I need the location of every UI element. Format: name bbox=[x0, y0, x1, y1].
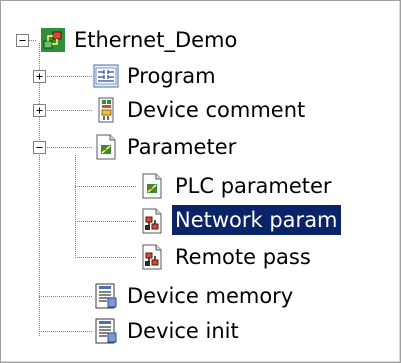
tree-item-plc-parameter[interactable]: PLC parameter bbox=[172, 171, 335, 201]
tree-line bbox=[39, 331, 93, 332]
tree-item-network-param[interactable]: Network param bbox=[171, 204, 342, 236]
tree-line bbox=[75, 257, 137, 258]
tree-line bbox=[39, 43, 40, 337]
tree-line bbox=[75, 186, 137, 187]
tree-item-device-comment[interactable]: Device comment bbox=[124, 95, 308, 125]
tree-line bbox=[39, 110, 93, 111]
collapse-toggle-parameter[interactable] bbox=[33, 141, 46, 154]
tree-line bbox=[39, 147, 93, 148]
tree-line bbox=[39, 76, 93, 77]
project-tree-panel: Ethernet_Demo Program Device comment Par… bbox=[0, 0, 401, 363]
program-icon bbox=[93, 63, 119, 89]
plus-icon bbox=[36, 73, 43, 80]
project-tree: Ethernet_Demo Program Device comment Par… bbox=[1, 1, 400, 362]
tree-item-parameter[interactable]: Parameter bbox=[124, 132, 239, 162]
tree-item-remote-pass[interactable]: Remote pass bbox=[172, 242, 314, 272]
tree-line bbox=[75, 155, 76, 257]
tree-line bbox=[75, 221, 137, 222]
plus-icon bbox=[36, 107, 43, 114]
tree-item-program[interactable]: Program bbox=[124, 61, 219, 91]
tree-item-ethernet-demo[interactable]: Ethernet_Demo bbox=[71, 25, 240, 55]
tree-item-device-memory[interactable]: Device memory bbox=[124, 281, 296, 311]
expand-toggle-device-comment[interactable] bbox=[33, 104, 46, 117]
collapse-toggle-root[interactable] bbox=[16, 34, 29, 47]
device-init-icon bbox=[93, 318, 119, 344]
device-memory-icon bbox=[93, 283, 119, 309]
tree-line bbox=[39, 296, 93, 297]
minus-icon bbox=[36, 147, 43, 148]
parameter-icon bbox=[93, 134, 119, 160]
remote-pass-icon bbox=[139, 244, 165, 270]
minus-icon bbox=[19, 40, 26, 41]
network-param-icon bbox=[139, 208, 165, 234]
plc-parameter-icon bbox=[139, 173, 165, 199]
tree-item-device-init[interactable]: Device init bbox=[124, 316, 242, 346]
expand-toggle-program[interactable] bbox=[33, 70, 46, 83]
device-comment-icon bbox=[93, 97, 119, 123]
project-icon bbox=[40, 27, 66, 53]
